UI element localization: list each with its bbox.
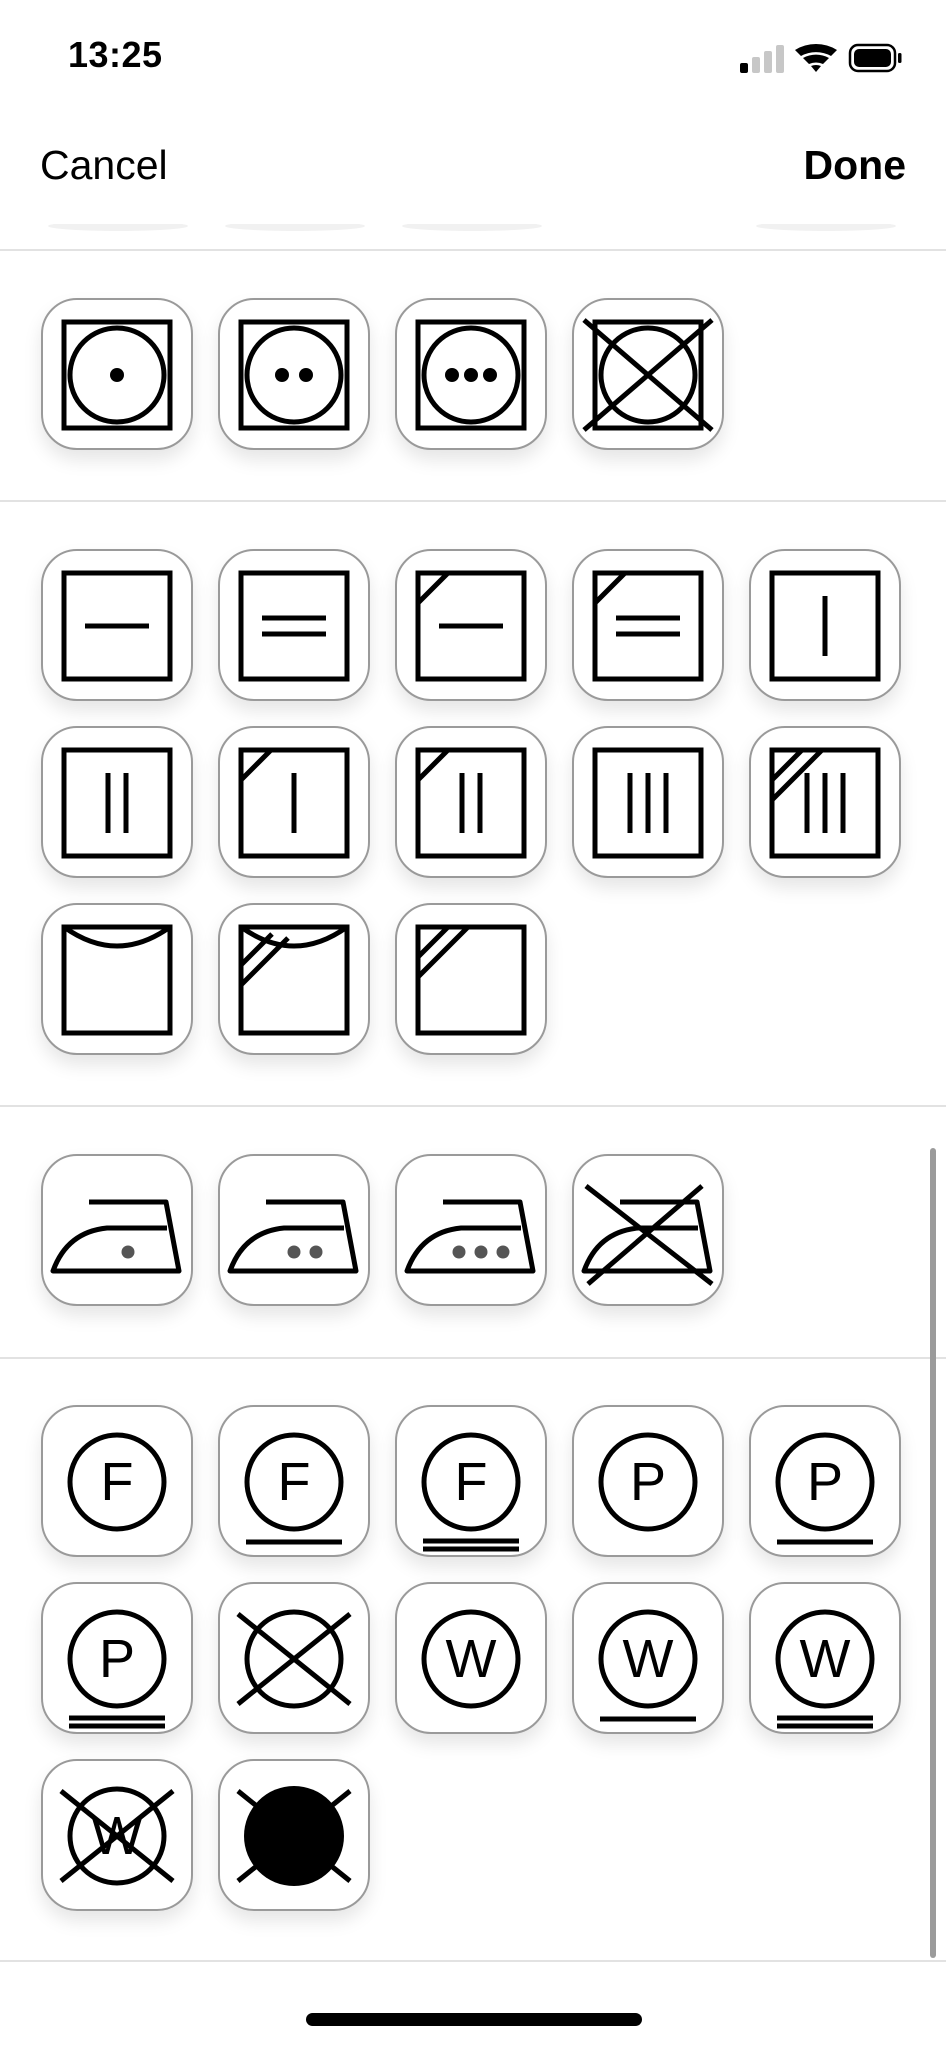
line-dry-in-shade-icon[interactable] [218,903,370,1055]
tumble-dry-high-icon[interactable] [395,298,547,450]
section-divider [0,500,946,502]
wet-clean-icon[interactable]: W [395,1582,547,1734]
wifi-icon [795,44,837,72]
dry-in-shade-icon[interactable] [395,903,547,1055]
dry-flat-icon[interactable] [41,549,193,701]
section-divider [0,1105,946,1107]
dry-flat-in-shade-double-line-icon[interactable] [572,549,724,701]
battery-icon [848,43,902,73]
scrolled-content-edge [48,224,896,231]
tumble-dry-low-icon[interactable] [41,298,193,450]
line-dry-icon[interactable] [41,903,193,1055]
do-not-iron-icon[interactable] [572,1154,724,1306]
section-divider [0,249,946,251]
wet-clean-gentle-icon[interactable]: W [572,1582,724,1734]
status-icons [740,43,902,73]
done-button[interactable]: Done [804,142,907,189]
three-vertical-lines-shade-icon[interactable] [749,726,901,878]
drip-dry-in-shade-icon[interactable] [395,726,547,878]
svg-text:W: W [623,1629,674,1689]
dry-clean-p-icon[interactable]: P [572,1405,724,1557]
svg-text:F: F [455,1452,488,1512]
section-divider [0,1357,946,1359]
wet-clean-very-gentle-icon[interactable]: W [749,1582,901,1734]
line-dry-vertical-icon[interactable] [749,549,901,701]
drip-dry-shade-single-icon[interactable] [218,726,370,878]
dry-clean-p-very-gentle-icon[interactable]: P [41,1582,193,1734]
cancel-button[interactable]: Cancel [40,142,168,189]
svg-text:F: F [101,1452,134,1512]
dry-clean-f-gentle-icon[interactable]: F [218,1405,370,1557]
iron-medium-icon[interactable] [218,1154,370,1306]
dry-clean-f-icon[interactable]: F [41,1405,193,1557]
section-divider [0,1960,946,1962]
svg-text:W: W [446,1629,497,1689]
status-bar: 13:25 [0,0,946,120]
dry-clean-f-very-gentle-icon[interactable]: F [395,1405,547,1557]
do-not-dry-clean-filled-icon[interactable] [218,1759,370,1911]
iron-low-icon[interactable] [41,1154,193,1306]
svg-text:P: P [99,1629,135,1689]
do-not-dry-clean-icon[interactable] [218,1582,370,1734]
svg-text:P: P [630,1452,666,1512]
dry-clean-p-gentle-icon[interactable]: P [749,1405,901,1557]
home-indicator[interactable] [306,2013,642,2026]
three-vertical-lines-icon[interactable] [572,726,724,878]
svg-text:P: P [807,1452,843,1512]
svg-text:F: F [278,1452,311,1512]
iron-high-icon[interactable] [395,1154,547,1306]
drip-dry-icon[interactable] [41,726,193,878]
tumble-dry-medium-icon[interactable] [218,298,370,450]
svg-text:W: W [800,1629,851,1689]
cellular-signal-icon [740,45,784,73]
vertical-scrollbar[interactable] [930,1148,936,1958]
dry-flat-in-shade-icon[interactable] [395,549,547,701]
do-not-tumble-dry-icon[interactable] [572,298,724,450]
do-not-wet-clean-icon[interactable]: W [41,1759,193,1911]
dry-flat-double-line-icon[interactable] [218,549,370,701]
